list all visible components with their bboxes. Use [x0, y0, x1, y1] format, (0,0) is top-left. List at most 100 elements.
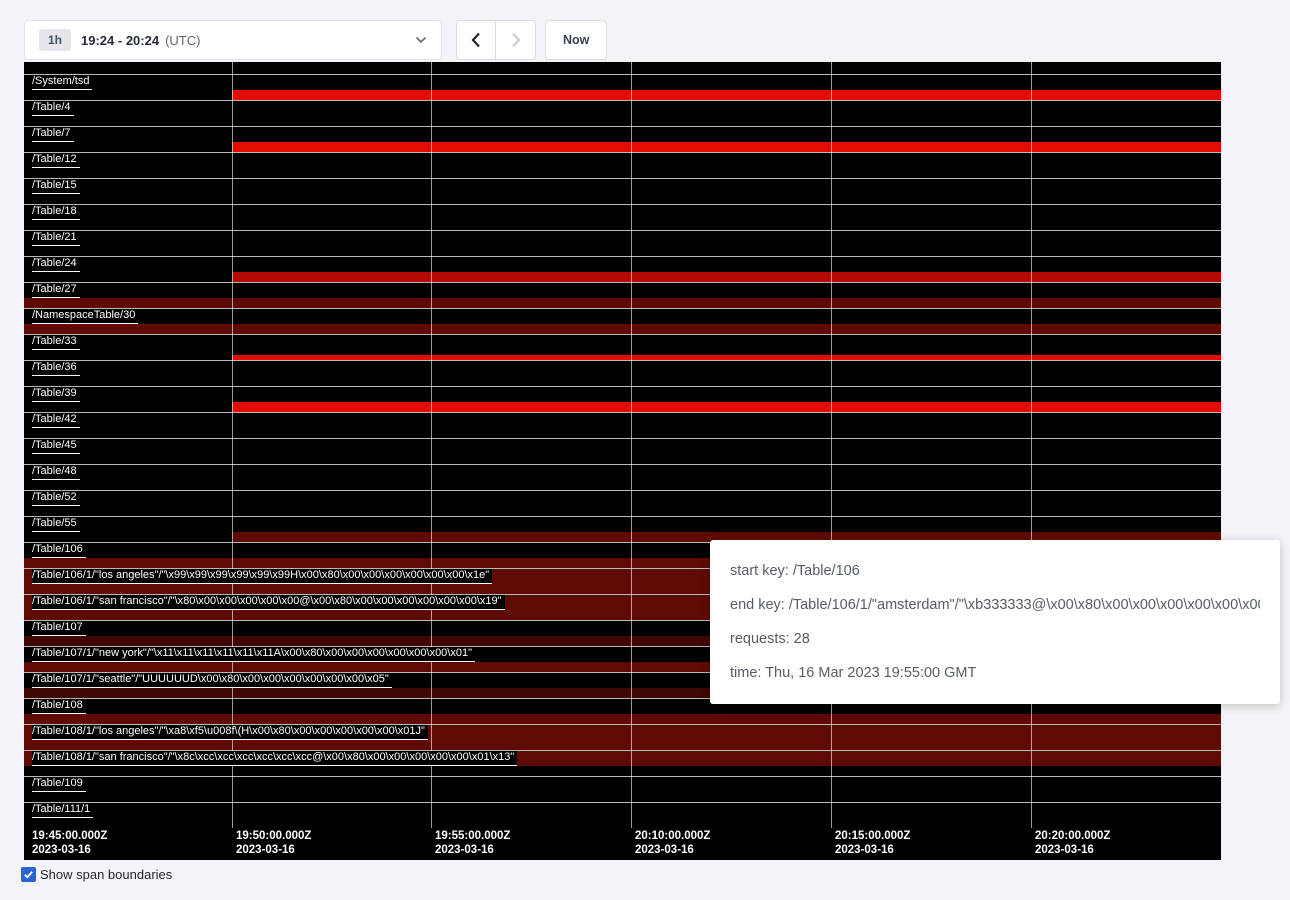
heatmap-cell[interactable] [631, 257, 831, 272]
heatmap-cell[interactable] [631, 465, 831, 480]
heatmap-cell[interactable] [232, 272, 431, 282]
heatmap-cell[interactable] [1031, 205, 1221, 220]
heatmap-cell[interactable] [431, 298, 631, 308]
heatmap-cell[interactable] [431, 792, 631, 802]
heatmap-cell[interactable] [24, 480, 232, 490]
heatmap-cell[interactable] [631, 428, 831, 438]
heatmap-row[interactable]: /System/tsd [24, 74, 1221, 100]
heatmap-cell[interactable] [431, 324, 631, 334]
heatmap-cell[interactable] [831, 803, 1031, 818]
heatmap-cell[interactable] [431, 90, 631, 100]
heatmap-cell[interactable] [631, 413, 831, 428]
heatmap-cell[interactable] [431, 153, 631, 168]
heatmap-cell[interactable] [24, 246, 232, 256]
heatmap-cell[interactable] [1031, 491, 1221, 506]
prev-range-button[interactable] [456, 20, 496, 60]
heatmap-cell[interactable] [631, 127, 831, 142]
heatmap-cell[interactable] [631, 231, 831, 246]
heatmap-cell[interactable] [831, 231, 1031, 246]
heatmap-cell[interactable] [831, 127, 1031, 142]
heatmap-cell[interactable] [1031, 517, 1221, 532]
heatmap-cell[interactable] [431, 101, 631, 116]
heatmap-cell[interactable] [24, 376, 232, 386]
heatmap-cell[interactable] [1031, 179, 1221, 194]
heatmap-cell[interactable] [431, 454, 631, 464]
heatmap-cell[interactable] [1031, 194, 1221, 204]
heatmap-cell[interactable] [1031, 454, 1221, 464]
heatmap-cell[interactable] [831, 818, 1031, 828]
heatmap-cell[interactable] [431, 725, 631, 740]
heatmap-cell[interactable] [831, 257, 1031, 272]
heatmap-cell[interactable] [232, 543, 431, 558]
heatmap-cell[interactable] [831, 309, 1031, 324]
heatmap-cell[interactable] [232, 361, 431, 376]
heatmap-cell[interactable] [631, 792, 831, 802]
heatmap-cell[interactable] [831, 361, 1031, 376]
heatmap-cell[interactable] [1031, 376, 1221, 386]
heatmap-cell[interactable] [631, 101, 831, 116]
heatmap-cell[interactable] [24, 116, 232, 126]
heatmap-cell[interactable] [431, 439, 631, 454]
heatmap-row[interactable]: /Table/15 [24, 178, 1221, 204]
heatmap-cell[interactable] [431, 517, 631, 532]
heatmap-cell[interactable] [232, 465, 431, 480]
heatmap-cell[interactable] [1031, 465, 1221, 480]
heatmap-cell[interactable] [431, 387, 631, 402]
heatmap-cell[interactable] [831, 439, 1031, 454]
heatmap-cell[interactable] [631, 818, 831, 828]
heatmap-cell[interactable] [24, 532, 232, 542]
heatmap-row[interactable]: /Table/18 [24, 204, 1221, 230]
heatmap-cell[interactable] [631, 75, 831, 90]
heatmap-cell[interactable] [431, 283, 631, 298]
heatmap-cell[interactable] [232, 688, 431, 698]
heatmap-cell[interactable] [631, 298, 831, 308]
heatmap-cell[interactable] [232, 179, 431, 194]
heatmap-cell[interactable] [24, 142, 232, 152]
heatmap-cell[interactable] [631, 506, 831, 516]
heatmap-cell[interactable] [831, 465, 1031, 480]
heatmap-cell[interactable] [1031, 101, 1221, 116]
heatmap-cell[interactable] [631, 454, 831, 464]
heatmap-cell[interactable] [232, 454, 431, 464]
heatmap-row[interactable]: /Table/55 [24, 516, 1221, 542]
heatmap-cell[interactable] [232, 699, 431, 714]
heatmap-cell[interactable] [24, 220, 232, 230]
heatmap-cell[interactable] [831, 387, 1031, 402]
heatmap-cell[interactable] [232, 194, 431, 204]
heatmap-cell[interactable] [1031, 428, 1221, 438]
heatmap-cell[interactable] [631, 387, 831, 402]
heatmap-cell[interactable] [431, 506, 631, 516]
heatmap-cell[interactable] [431, 309, 631, 324]
heatmap-cell[interactable] [24, 610, 232, 620]
next-range-button[interactable] [496, 20, 536, 60]
heatmap-cell[interactable] [1031, 309, 1221, 324]
heatmap-cell[interactable] [831, 116, 1031, 126]
heatmap-cell[interactable] [232, 792, 431, 802]
heatmap-cell[interactable] [232, 506, 431, 516]
heatmap-cell[interactable] [431, 402, 631, 412]
heatmap-canvas[interactable]: /System/tsd/Table/4/Table/7/Table/12/Tab… [24, 62, 1221, 860]
heatmap-cell[interactable] [431, 740, 631, 750]
heatmap-cell[interactable] [1031, 506, 1221, 516]
heatmap-cell[interactable] [431, 75, 631, 90]
heatmap-cell[interactable] [232, 777, 431, 792]
heatmap-cell[interactable] [232, 116, 431, 126]
heatmap-cell[interactable] [24, 194, 232, 204]
heatmap-cell[interactable] [431, 558, 631, 568]
heatmap-cell[interactable] [831, 766, 1031, 776]
heatmap-cell[interactable] [831, 402, 1031, 412]
heatmap-cell[interactable] [1031, 324, 1221, 334]
heatmap-cell[interactable] [1031, 116, 1221, 126]
heatmap-cell[interactable] [232, 610, 431, 620]
heatmap-cell[interactable] [232, 636, 431, 646]
heatmap-cell[interactable] [631, 751, 831, 766]
heatmap-cell[interactable] [1031, 231, 1221, 246]
heatmap-cell[interactable] [24, 558, 232, 568]
heatmap-row[interactable]: /Table/108/1/"san francisco"/"\x8c\xcc\x… [24, 750, 1221, 776]
heatmap-cell[interactable] [232, 714, 431, 724]
heatmap-cell[interactable] [431, 142, 631, 152]
heatmap-cell[interactable] [1031, 439, 1221, 454]
heatmap-cell[interactable] [631, 376, 831, 386]
heatmap-cell[interactable] [1031, 725, 1221, 740]
heatmap-cell[interactable] [631, 725, 831, 740]
